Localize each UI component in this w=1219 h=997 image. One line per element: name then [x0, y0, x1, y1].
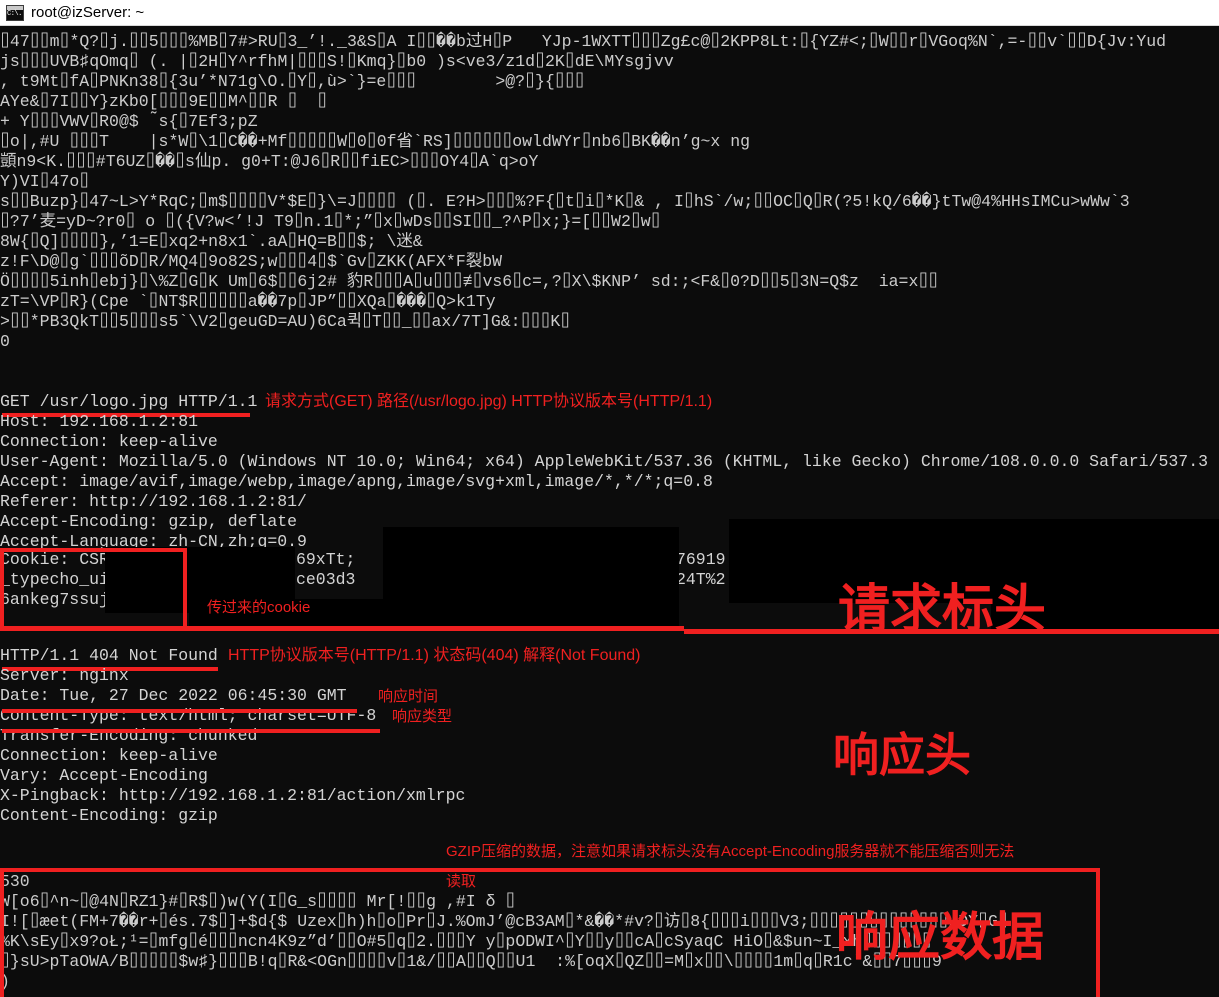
request-header-line-3: Accept: image/avif,image/webp,image/apng…: [0, 472, 713, 491]
binary-line-2: , t9Mt⌷fA⌷PNKn38⌷{3u’*N71g\O.⌷Y⌷,ù>`}=e⌷…: [0, 72, 585, 91]
status-line-annotation: HTTP协议版本号(HTTP/1.1) 状态码(404) 解释(Not Foun…: [228, 647, 641, 664]
cookie-line-1: _typecho_ui: [0, 570, 109, 589]
http-request-line: GET /usr/logo.jpg HTTP/1.1: [0, 392, 258, 411]
cookie-fragment-4: 24T%2: [676, 570, 726, 589]
binary-line-15: 0: [0, 332, 10, 351]
binary-line-11: z!F\D@⌷g`⌷⌷⌷õD⌷R/MQ4⌷9o82S;w⌷⌷⌷4⌷$`Gv⌷ZK…: [0, 252, 503, 271]
binary-line-10: 8W{⌷Q]⌷⌷⌷⌷},’1=E⌷xq2+n8x1`.aA⌷HQ=B⌷⌷$; \…: [0, 232, 423, 251]
request-section-divider-right: [684, 629, 1219, 634]
request-line-annotation: 请求方式(GET) 路径(/usr/logo.jpg) HTTP协议版本号(HT…: [265, 393, 713, 410]
binary-line-3: AYe&⌷7I⌷⌷Y}zKb0[⌷⌷⌷9E⌷⌷M^⌷⌷R ⌷ ⌷: [0, 92, 328, 111]
binary-line-6: 顗n9<K.⌷⌷⌷#T6UZ⌷��⌷s仙p. g0+T:@J6⌷R⌷⌷fiEC>…: [0, 152, 539, 171]
response-body-label: 响应数据: [836, 909, 1045, 967]
response-header-line-7: Content-Encoding: gzip: [0, 806, 218, 825]
request-header-line-5: Accept-Encoding: gzip, deflate: [0, 512, 298, 531]
cookie-line-2: 6ankeg7ssuj: [0, 590, 109, 609]
response-header-line-5: Vary: Accept-Encoding: [0, 766, 208, 785]
response-body-line-0: 530: [0, 872, 30, 891]
request-header-line-2: User-Agent: Mozilla/5.0 (Windows NT 10.0…: [0, 452, 1208, 471]
gzip-annotation-line1: GZIP压缩的数据，注意如果请求标头没有Accept-Encoding服务器就不…: [446, 843, 1015, 860]
response-body-line-5: ): [0, 972, 10, 991]
binary-line-4: + Y⌷⌷⌷VWV⌷R0@$ ̃s{⌷7Ef3;pZ: [0, 112, 258, 131]
request-header-line-1: Connection: keep-alive: [0, 432, 218, 451]
terminal-output-area[interactable]: ⌷47⌷⌷m⌷*Q?⌷j.⌷⌷5⌷⌷⌷%MB⌷7#>RU⌷3_’!._3&S⌷A…: [0, 26, 1219, 997]
binary-line-12: Ö⌷⌷⌷⌷5inh⌷ebj}⌷\%Z⌷G⌷K Um⌷6$⌷⌷6j2# 豹R⌷⌷⌷…: [0, 272, 939, 291]
cmd-icon-text: C:\.: [7, 9, 22, 18]
cookie-annotation: 传过来的cookie: [207, 599, 311, 616]
response-body-line-4: ⌷}sU>pTaOWA/B⌷⌷⌷⌷⌷$w♯}⌷⌷⌷B!q⌷R&<OGn⌷⌷⌷⌷v…: [0, 952, 942, 971]
response-header-line-6: X-Pingback: http://192.168.1.2:81/action…: [0, 786, 466, 805]
binary-line-7: Y)VI⌷47o⌷: [0, 172, 90, 191]
cookie-redaction-2: [383, 527, 679, 603]
request-header-line-4: Referer: http://192.168.1.2:81/: [0, 492, 307, 511]
binary-line-13: zT=\VP⌷R}(Cpe `⌷NT$R⌷⌷⌷⌷⌷a��7p⌷JP”⌷⌷XQa⌷…: [0, 292, 496, 311]
response-header-line-0: Server: nginx: [0, 666, 129, 685]
binary-line-8: s⌷⌷Buzp}⌷47~L>Y*RqC;⌷m$⌷⌷⌷⌷V*$E⌷}\=J⌷⌷⌷⌷…: [0, 192, 1130, 211]
gzip-annotation-line2: 读取: [446, 873, 477, 890]
content-type-underline: [2, 729, 380, 733]
date-underline: [2, 709, 357, 713]
cookie-fragment-3: 76919: [676, 550, 726, 569]
cookie-line-0: Cookie: CSR: [0, 550, 109, 569]
http-status-line: HTTP/1.1 404 Not Found: [0, 646, 218, 665]
request-section-divider-left: [0, 626, 684, 631]
binary-line-5: ⌷o|,#U ⌷⌷⌷T |s*W⌷\1⌷C��+Mf⌷⌷⌷⌷⌷W⌷0⌷0f省`R…: [0, 132, 751, 151]
window-titlebar: C:\. root@izServer: ~: [0, 0, 1219, 26]
response-header-line-1: Date: Tue, 27 Dec 2022 06:45:30 GMT: [0, 686, 347, 705]
response-body-line-3: %K\sEy⌷x9?oŁ;¹=⌷mfg⌷é⌷⌷⌷ncn4K9z”d’⌷⌷O#5⌷…: [0, 932, 932, 951]
cmd-terminal-icon: C:\.: [6, 4, 24, 21]
binary-line-14: >⌷⌷*PB3QkT⌷⌷5⌷⌷⌷s5`\V2⌷geuGD=AU)6Ca퀵⌷T⌷⌷…: [0, 312, 571, 331]
request-header-line-0: Host: 192.168.1.2:81: [0, 412, 199, 431]
cookie-fragment-2: ce03d3: [296, 570, 356, 589]
binary-line-0: ⌷47⌷⌷m⌷*Q?⌷j.⌷⌷5⌷⌷⌷%MB⌷7#>RU⌷3_’!._3&S⌷A…: [0, 32, 1167, 51]
response-headers-label: 响应头: [833, 729, 971, 781]
binary-line-1: js⌷⌷⌷UVB♯qOmq⌷ (. |⌷2H⌷Y^rfhM|⌷⌷⌷S!⌷Kmq}…: [0, 52, 674, 71]
binary-line-9: ⌷?7’麦=yD~?r0⌷ o ⌷({V?w<’!J T9⌷n.1⌷*;”⌷x⌷…: [0, 212, 661, 231]
content-type-annotation: 响应类型: [392, 708, 453, 725]
cookie-fragment-1: 69xTt;: [296, 550, 356, 569]
window-title: root@izServer: ~: [31, 4, 145, 21]
response-header-line-4: Connection: keep-alive: [0, 746, 218, 765]
response-body-line-1: W[o6⌷^n~⌷@4N⌷RZ1}#⌷R$⌷)w(Y(I⌷G_s⌷⌷⌷⌷ Mr[…: [0, 892, 516, 911]
date-annotation: 响应时间: [378, 688, 439, 705]
